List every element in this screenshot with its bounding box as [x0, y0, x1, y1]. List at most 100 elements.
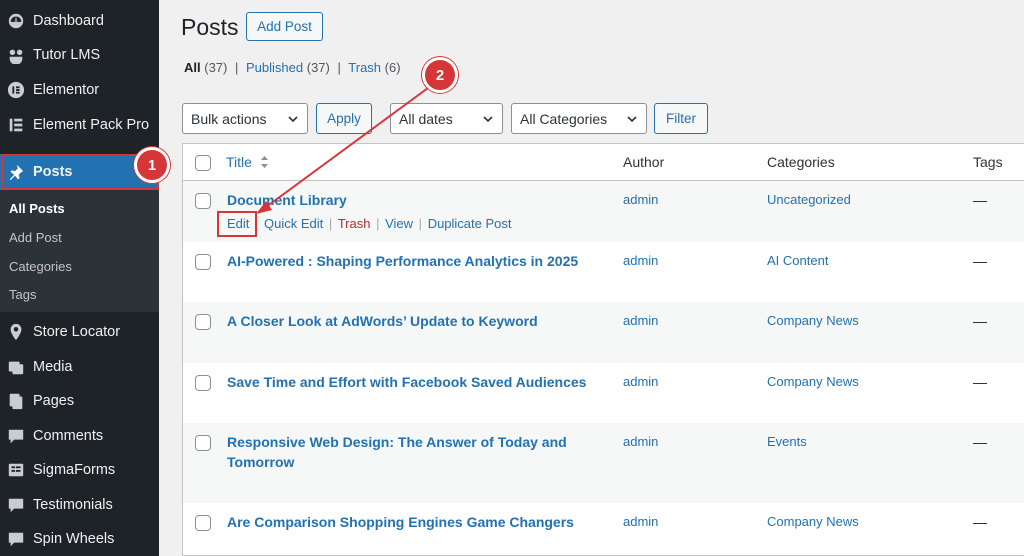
- sidebar-item-tutor-lms[interactable]: Tutor LMS: [0, 38, 159, 72]
- sidebar-item-label: Store Locator: [33, 324, 121, 340]
- post-title-link[interactable]: A Closer Look at AdWords’ Update to Keyw…: [227, 311, 607, 331]
- category-link[interactable]: Company News: [767, 514, 859, 529]
- row-checkbox[interactable]: [195, 515, 211, 531]
- tags-value: —: [973, 374, 987, 390]
- sidebar-item-label: Element Pack Pro: [33, 117, 150, 133]
- author-link[interactable]: admin: [623, 514, 658, 529]
- dates-value: All dates: [399, 110, 453, 127]
- categories-select[interactable]: All Categories: [511, 103, 647, 134]
- duplicate-post-link[interactable]: Duplicate Post: [428, 216, 512, 231]
- submenu-categories[interactable]: Categories: [9, 259, 72, 274]
- dates-select[interactable]: All dates: [390, 103, 503, 134]
- tags-value: —: [973, 514, 987, 530]
- filter-published-count: (37): [306, 60, 330, 75]
- category-link[interactable]: AI Content: [767, 253, 828, 268]
- submenu-tags[interactable]: Tags: [9, 287, 36, 302]
- sidebar-item-label: Comments: [33, 428, 104, 444]
- filter-published[interactable]: Published: [246, 60, 303, 75]
- table-row: Document Library Edit | Quick Edit | Tra…: [183, 181, 1024, 242]
- add-post-button[interactable]: Add Post: [246, 12, 323, 41]
- sidebar-item-label: Testimonials: [33, 497, 113, 513]
- row-checkbox[interactable]: [195, 314, 211, 330]
- table-header: Title Author Categories Tags: [183, 144, 1024, 181]
- sidebar-item-media[interactable]: Media: [0, 350, 159, 384]
- sidebar-item-pages[interactable]: Pages: [0, 384, 159, 418]
- sidebar-item-element-pack-pro[interactable]: Element Pack Pro: [0, 108, 159, 142]
- sidebar-item-label: Media: [33, 359, 73, 375]
- row-checkbox[interactable]: [195, 193, 211, 209]
- tags-value: —: [973, 313, 987, 329]
- category-link[interactable]: Company News: [767, 313, 859, 328]
- view-link[interactable]: View: [385, 216, 413, 231]
- row-actions: Edit | Quick Edit | Trash | View | Dupli…: [227, 216, 512, 231]
- sidebar-item-label: Spin Wheels: [33, 531, 115, 547]
- author-link[interactable]: admin: [623, 434, 658, 449]
- author-link[interactable]: admin: [623, 192, 658, 207]
- submenu-all-posts[interactable]: All Posts: [9, 201, 65, 216]
- table-row: AI-Powered : Shaping Performance Analyti…: [183, 242, 1024, 302]
- column-tags: Tags: [973, 154, 1003, 170]
- sidebar-item-comments[interactable]: Comments: [0, 419, 159, 453]
- dashboard-icon: [7, 12, 25, 30]
- separator: |: [328, 216, 333, 231]
- post-title-link[interactable]: Save Time and Effort with Facebook Saved…: [227, 372, 607, 392]
- spin-wheel-icon: [7, 530, 25, 548]
- chevron-down-icon: [627, 116, 637, 123]
- posts-submenu: All Posts Add Post Categories Tags: [0, 190, 159, 312]
- category-link[interactable]: Uncategorized: [767, 192, 851, 207]
- column-title[interactable]: Title: [226, 154, 252, 170]
- filter-trash-count: (6): [384, 60, 401, 75]
- author-link[interactable]: admin: [623, 374, 658, 389]
- category-link[interactable]: Company News: [767, 374, 859, 389]
- sidebar-item-label: Dashboard: [33, 13, 104, 29]
- category-link[interactable]: Events: [767, 434, 807, 449]
- sidebar-item-spin-wheels[interactable]: Spin Wheels: [0, 522, 159, 556]
- row-checkbox[interactable]: [195, 254, 211, 270]
- post-title-link[interactable]: Document Library: [227, 190, 607, 210]
- sidebar-item-dashboard[interactable]: Dashboard: [0, 4, 159, 38]
- filter-button[interactable]: Filter: [654, 103, 708, 134]
- select-all-checkbox[interactable]: [195, 155, 211, 171]
- filter-all[interactable]: All: [184, 60, 201, 75]
- author-link[interactable]: admin: [623, 253, 658, 268]
- sidebar-item-testimonials[interactable]: Testimonials: [0, 488, 159, 522]
- table-row: A Closer Look at AdWords’ Update to Keyw…: [183, 302, 1024, 363]
- submenu-add-post[interactable]: Add Post: [9, 230, 62, 245]
- chevron-down-icon: [288, 116, 298, 123]
- row-checkbox[interactable]: [195, 435, 211, 451]
- sort-icon[interactable]: [260, 155, 269, 169]
- bulk-actions-value: Bulk actions: [191, 110, 267, 127]
- sidebar-item-label: Elementor: [33, 82, 100, 98]
- sidebar-item-elementor[interactable]: Elementor: [0, 73, 159, 107]
- element-pack-icon: [7, 116, 25, 134]
- sidebar-item-label: SigmaForms: [33, 462, 116, 478]
- page-title: Posts: [181, 14, 239, 40]
- bulk-actions-select[interactable]: Bulk actions: [182, 103, 308, 134]
- forms-icon: [7, 461, 25, 479]
- sidebar-item-sigmaforms[interactable]: SigmaForms: [0, 453, 159, 487]
- author-link[interactable]: admin: [623, 313, 658, 328]
- separator: |: [235, 60, 239, 75]
- step-badge-2: 2: [422, 57, 458, 93]
- row-checkbox[interactable]: [195, 375, 211, 391]
- separator: |: [418, 216, 423, 231]
- tags-value: —: [973, 434, 987, 450]
- post-title-link[interactable]: Responsive Web Design: The Answer of Tod…: [227, 432, 597, 472]
- post-title-link[interactable]: AI-Powered : Shaping Performance Analyti…: [227, 251, 607, 271]
- trash-link[interactable]: Trash: [338, 216, 371, 231]
- tags-value: —: [973, 192, 987, 208]
- tags-value: —: [973, 253, 987, 269]
- quick-edit-link[interactable]: Quick Edit: [264, 216, 323, 231]
- column-author: Author: [623, 154, 665, 170]
- column-categories: Categories: [767, 154, 835, 170]
- filter-trash[interactable]: Trash: [348, 60, 381, 75]
- post-title-link[interactable]: Are Comparison Shopping Engines Game Cha…: [227, 512, 607, 532]
- sidebar-item-label: Pages: [33, 393, 75, 409]
- media-icon: [7, 358, 25, 376]
- annotation-highlight-edit: [217, 211, 257, 237]
- sidebar-item-store-locator[interactable]: Store Locator: [0, 315, 159, 349]
- table-row: Save Time and Effort with Facebook Saved…: [183, 363, 1024, 423]
- apply-button[interactable]: Apply: [316, 103, 372, 134]
- main-content: Posts Add Post All (37) | Published (37)…: [159, 0, 1024, 556]
- table-row: Are Comparison Shopping Engines Game Cha…: [183, 503, 1024, 556]
